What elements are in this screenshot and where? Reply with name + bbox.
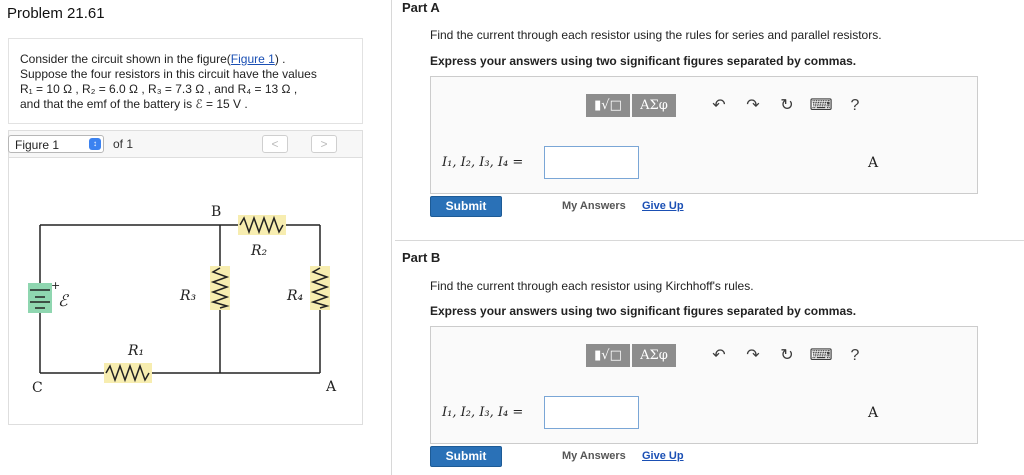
part-b-title: Part B (402, 250, 441, 265)
intro-line-2: Suppose the four resistors in this circu… (20, 67, 317, 81)
part-b-answer-box: ▮√□ ΑΣφ ↶ ↷ ↻ ⌨ ? I₁, I₂, I₃, I₄ = A (430, 326, 978, 444)
part-a-answer-box: ▮√□ ΑΣφ ↶ ↷ ↻ ⌨ ? I₁, I₂, I₃, I₄ = A (430, 76, 978, 194)
templates-icon: ▮√□ (594, 348, 622, 363)
problem-title: Problem 21.61 (7, 5, 105, 22)
next-figure-button[interactable]: > (311, 135, 337, 153)
part-b-format: Express your answers using two significa… (430, 304, 857, 318)
keyboard-icon[interactable]: ⌨ (804, 94, 838, 117)
circuit-diagram: + ℰ R₂ R₃ R₄ R₁ B C A (28, 204, 337, 396)
templates-icon: ▮√□ (594, 98, 622, 113)
part-divider (395, 240, 1024, 241)
part-b-answer-input[interactable] (544, 396, 639, 429)
chevron-left-icon: < (271, 137, 279, 151)
figure-select[interactable]: Figure 1 ↕ (8, 135, 104, 153)
prev-figure-button[interactable]: < (262, 135, 288, 153)
part-b-submit-button[interactable]: Submit (430, 446, 502, 467)
part-b-instruction: Find the current through each resistor u… (430, 279, 754, 293)
undo-icon[interactable]: ↶ (702, 344, 736, 367)
node-b-label: B (211, 204, 221, 220)
select-stepper-icon: ↕ (89, 138, 101, 150)
greek-symbols-button[interactable]: ΑΣφ (632, 344, 676, 367)
r2-label: R₂ (250, 243, 268, 259)
greek-symbols-icon: ΑΣφ (640, 348, 668, 363)
part-b-toolbar: ▮√□ ΑΣφ ↶ ↷ ↻ ⌨ ? (586, 344, 872, 367)
part-b-unit: A (868, 405, 879, 421)
reset-icon[interactable]: ↻ (770, 344, 804, 367)
intro-line-3: R₁ = 10 Ω , R₂ = 6.0 Ω , R₃ = 7.3 Ω , an… (20, 82, 298, 96)
undo-icon[interactable]: ↶ (702, 94, 736, 117)
greek-symbols-button[interactable]: ΑΣφ (632, 94, 676, 117)
part-a-submit-button[interactable]: Submit (430, 196, 502, 217)
part-b-give-up-link[interactable]: Give Up (642, 450, 684, 462)
parts-panel: Part A Find the current through each res… (395, 0, 1024, 475)
help-icon[interactable]: ? (838, 344, 872, 367)
redo-icon[interactable]: ↷ (736, 94, 770, 117)
part-a-my-answers-link[interactable]: My Answers (562, 200, 626, 212)
reset-icon[interactable]: ↻ (770, 94, 804, 117)
part-a-title: Part A (402, 0, 440, 15)
figure-count: of 1 (113, 137, 134, 151)
redo-icon[interactable]: ↷ (736, 344, 770, 367)
problem-intro: Consider the circuit shown in the figure… (8, 38, 363, 124)
node-a-label: A (325, 379, 337, 395)
r1-label: R₁ (127, 343, 144, 359)
emf-label: ℰ (58, 291, 70, 310)
intro-line-1: Consider the circuit shown in the figure… (20, 52, 286, 66)
r4-label: R₄ (286, 288, 304, 304)
part-a-give-up-link[interactable]: Give Up (642, 200, 684, 212)
part-a-answer-input[interactable] (544, 146, 639, 179)
keyboard-icon[interactable]: ⌨ (804, 344, 838, 367)
figure-link[interactable]: Figure 1 (231, 52, 275, 66)
problem-panel: Problem 21.61 Consider the circuit shown… (0, 0, 392, 475)
intro-line-4: and that the emf of the battery is ℰ = 1… (20, 97, 248, 111)
part-b-my-answers-link[interactable]: My Answers (562, 450, 626, 462)
part-a-format: Express your answers using two significa… (430, 54, 857, 68)
help-icon[interactable]: ? (838, 94, 872, 117)
part-a-toolbar: ▮√□ ΑΣφ ↶ ↷ ↻ ⌨ ? (586, 94, 872, 117)
node-c-label: C (32, 380, 43, 396)
templates-button[interactable]: ▮√□ (586, 94, 630, 117)
greek-symbols-icon: ΑΣφ (640, 98, 668, 113)
part-a-unit: A (868, 155, 879, 171)
r3-label: R₃ (179, 288, 197, 304)
part-b-equation-label: I₁, I₂, I₃, I₄ = (442, 405, 524, 420)
part-a-instruction: Find the current through each resistor u… (430, 28, 882, 42)
part-a-equation-label: I₁, I₂, I₃, I₄ = (442, 155, 524, 170)
templates-button[interactable]: ▮√□ (586, 344, 630, 367)
chevron-right-icon: > (320, 137, 328, 151)
